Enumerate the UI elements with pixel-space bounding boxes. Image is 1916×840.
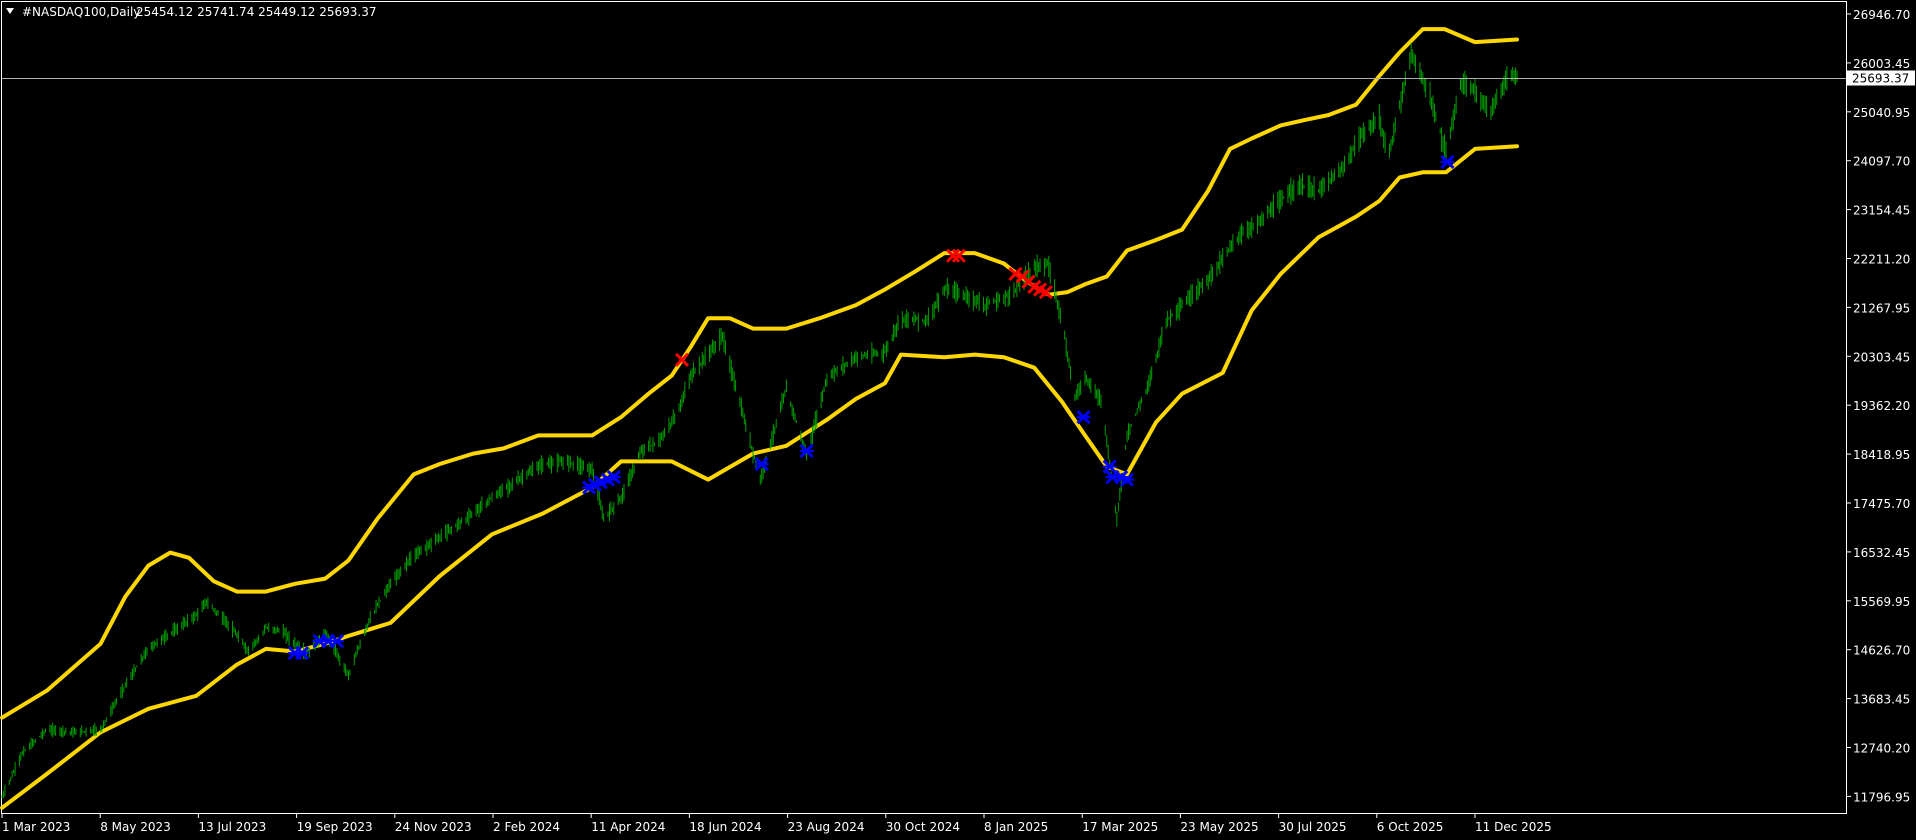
x-axis: 1 Mar 2023 8 May 2023 13 Jul 2023 19 Sep 20…: [1, 813, 1552, 834]
y-tick-label: 24097.70: [1853, 155, 1910, 169]
lower-band-line: [0, 144, 1519, 810]
plot-frame: [1, 1, 1847, 814]
y-tick-label: 11796.95: [1853, 790, 1910, 804]
y-tick-label: 17475.70: [1853, 497, 1910, 511]
x-tick-label: 8 May 2023: [100, 820, 171, 834]
x-tick-label: 18 Jun 2024: [689, 820, 761, 834]
y-tick-label: 14626.70: [1853, 644, 1910, 658]
signals-layer: [287, 154, 1455, 661]
buy-signal-marker-4: [329, 634, 344, 649]
x-tick-label: 30 Oct 2024: [886, 820, 960, 834]
buy-signal-marker-26: [1440, 154, 1455, 169]
y-tick-label: 12740.20: [1853, 742, 1910, 756]
x-tick-label: 6 Oct 2025: [1377, 820, 1444, 834]
y-tick-label: 16532.45: [1853, 546, 1910, 560]
y-tick-label: 15569.95: [1853, 595, 1910, 609]
x-tick-label: 23 Aug 2024: [788, 820, 865, 834]
chart[interactable]: #NASDAQ100,Daily 25454.12 25741.74 25449…: [0, 0, 1916, 840]
x-tick-label: 11 Apr 2024: [591, 820, 665, 834]
y-tick-label: 23154.45: [1853, 204, 1910, 218]
current-price-label: 25693.37: [1852, 72, 1909, 86]
upper-band-line: [0, 27, 1519, 720]
y-tick-label: 26946.70: [1853, 8, 1910, 22]
chart-symbol-title: #NASDAQ100,Daily: [22, 5, 140, 19]
y-tick-label: 20303.45: [1853, 350, 1910, 364]
y-tick-label: 13683.45: [1853, 693, 1910, 707]
price-bars-layer: [1, 42, 1518, 799]
x-tick-label: 8 Jan 2025: [984, 820, 1048, 834]
x-tick-label: 1 Mar 2023: [2, 820, 70, 834]
buy-signal-marker-21: [1076, 410, 1091, 425]
price-chart-svg[interactable]: #NASDAQ100,Daily 25454.12 25741.74 25449…: [0, 0, 1916, 840]
y-tick-label: 25040.95: [1853, 106, 1910, 120]
bands-layer: [0, 27, 1519, 810]
sell-signal-marker-10: [674, 352, 690, 367]
y-tick-label: 18418.95: [1853, 448, 1910, 462]
y-tick-label: 19362.20: [1853, 399, 1910, 413]
x-tick-label: 23 May 2025: [1180, 820, 1258, 834]
collapse-triangle-icon[interactable]: [6, 8, 14, 14]
x-tick-label: 30 Jul 2025: [1279, 820, 1347, 834]
x-tick-label: 19 Sep 2023: [297, 820, 373, 834]
x-tick-label: 11 Dec 2025: [1475, 820, 1552, 834]
x-tick-label: 2 Feb 2024: [493, 820, 560, 834]
current-price-layer: 25693.37: [2, 70, 1915, 86]
buy-signal-marker-9: [606, 469, 621, 485]
x-tick-label: 17 Mar 2025: [1082, 820, 1158, 834]
x-tick-label: 24 Nov 2023: [395, 820, 472, 834]
x-tick-label: 13 Jul 2023: [198, 820, 266, 834]
y-tick-label: 22211.20: [1853, 253, 1910, 267]
chart-ohlc-values: 25454.12 25741.74 25449.12 25693.37: [136, 5, 376, 19]
y-tick-label: 26003.45: [1853, 57, 1910, 71]
buy-signal-marker-11: [754, 456, 769, 472]
y-axis: 26946.70 26003.45 25040.95 24097.70 23154.45…: [1846, 8, 1910, 804]
y-tick-label: 21267.95: [1853, 301, 1910, 315]
